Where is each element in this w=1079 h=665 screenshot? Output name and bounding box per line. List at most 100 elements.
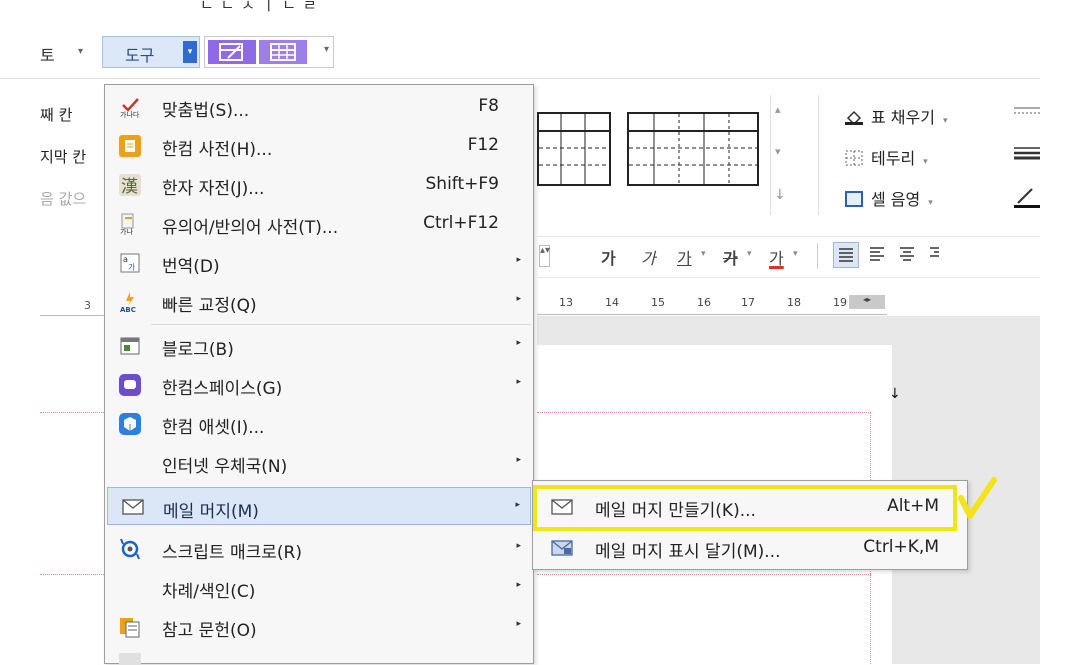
menu-item-toc-index[interactable]: 차례/색인(C) ▸ [105,568,533,607]
submenu-arrow-icon: ▸ [516,541,521,551]
review-tab-label[interactable]: 토 [40,42,55,66]
cell-shade-dropdown-icon[interactable]: ▾ [928,198,933,208]
underline-dropdown-icon[interactable]: ▾ [701,249,706,259]
menu-item-label: 메일 머지(M) [163,502,259,522]
menu-item-hanja-dictionary[interactable]: 漢 한자 자전(J)... Shift+F9 [105,165,533,204]
italic-button[interactable]: 가 [641,245,656,269]
menu-item-translate[interactable]: a가 번역(D) ▸ [105,243,533,282]
top-strip: ㄴ ㄴ ㅅ ㅣ ㄴ ㄹ [0,0,1040,34]
menu-item-label: 차례/색인(C) [162,582,256,602]
menu-bar: 토 ▾ 도구 ▾ ▾ [0,34,1040,79]
menu-item-hancom-asset[interactable]: 한컴 애셋(I)... [105,404,533,443]
border-label: 테두리 [871,149,916,168]
scroll-up-icon[interactable]: ▴ [775,103,781,116]
submenu-item-label: 메일 머지 표시 달기(M)... [595,542,781,562]
checkmark-annotation-icon [958,477,997,519]
menu-item-label: 한컴 애셋(I)... [162,418,265,438]
align-right-icon[interactable] [925,242,939,268]
svg-text:가나: 가나 [120,227,133,235]
format-divider [817,243,818,269]
cell-shade-button[interactable]: 셀 음영 ▾ [845,186,933,210]
thesaurus-icon: 가나 [119,213,141,236]
font-color-button[interactable]: 가 [769,245,784,269]
scroll-more-icon[interactable]: ↓ [774,187,786,203]
references-icon [119,616,141,638]
partial-top-text: ㄴ ㄴ ㅅ ㅣ ㄴ ㄹ [200,0,318,14]
tools-dropdown-icon[interactable]: ▾ [183,41,197,63]
svg-text:가나다: 가나다 [120,110,140,118]
menu-item-label: 맞춤법(S)... [162,101,250,121]
dictionary-icon [119,135,141,157]
align-left-icon[interactable] [865,242,891,268]
underline-button[interactable]: 가 [677,245,692,269]
font-color-dropdown-icon[interactable]: ▾ [793,249,798,259]
menu-item-thesaurus[interactable]: 가나 유의어/반의어 사전(T)... Ctrl+F12 [105,204,533,243]
paint-bucket-icon [845,109,863,126]
menu-item-hancom-space[interactable]: 한컴스페이스(G) ▸ [105,365,533,404]
left-ruler-num: 3 [84,299,91,312]
ruler-tick: 13 [559,296,573,309]
menu-item-label: 참고 문헌(O) [162,621,257,641]
tools-tab-label: 도구 [125,46,155,65]
table-layout-icon[interactable] [259,40,307,64]
submenu-arrow-icon: ▸ [516,255,521,265]
menu-item-references[interactable]: 참고 문헌(O) ▸ [105,607,533,646]
menu-item-hancom-dictionary[interactable]: 한컴 사전(H)... F12 [105,126,533,165]
gallery-scrollbar[interactable]: ▴ ▾ ↓ [770,95,789,215]
submenu-arrow-icon: ▸ [516,294,521,304]
translate-icon: a가 [119,252,141,274]
table-design-icon[interactable] [208,40,256,64]
envelope-icon [122,498,144,520]
border-dropdown-icon[interactable]: ▾ [923,157,928,167]
menu-item-script-macro[interactable]: 스크립트 매크로(R) ▸ [105,529,533,568]
left-ruler: 3 [40,297,104,316]
submenu-arrow-icon: ▸ [516,338,521,348]
ruler-tick: 16 [697,296,711,309]
table-style-thumb-2[interactable] [627,112,759,186]
menu-item-label: 유의어/반의어 사전(T)... [162,218,339,238]
left-margin-line-2 [40,574,104,575]
menu-item-shortcut: Ctrl+F12 [423,213,499,233]
table-fill-button[interactable]: 표 채우기 ▾ [845,104,948,128]
horizontal-ruler: 13 14 15 16 17 18 19 ◂▸ [537,294,887,315]
menu-item-shortcut: F8 [478,96,499,116]
submenu-arrow-icon: ▸ [516,580,521,590]
line-weight-icon[interactable] [1014,145,1040,165]
menu-item-blog[interactable]: 블로그(B) ▸ [105,326,533,365]
table-fill-dropdown-icon[interactable]: ▾ [943,116,948,126]
submenu-item-shortcut: Ctrl+K,M [863,537,939,557]
ruler-scroll-icon[interactable]: ◂▸ [849,295,885,309]
menu-item-label: 스크립트 매크로(R) [162,543,302,563]
review-tab-dropdown-icon[interactable]: ▾ [78,46,83,57]
strikethrough-dropdown-icon[interactable]: ▾ [747,249,752,259]
table-style-dropdown-icon[interactable]: ▾ [324,44,329,55]
menu-item-quick-correct[interactable]: ABC 빠른 교정(Q) ▸ [105,282,533,321]
ruler-tick: 19 [833,296,847,309]
ruler-tick: 15 [651,296,665,309]
table-fill-label: 표 채우기 [871,108,935,127]
align-center-icon[interactable] [895,242,921,268]
menu-item-mail-merge[interactable]: 메일 머지(M) ▸ [107,487,531,525]
menu-item-label: 한자 자전(J)... [162,179,265,199]
left-partial-panel: 째 칸 지막 칸 음 값으 [0,90,104,664]
tools-dropdown-menu: 가나다 맞춤법(S)... F8 한컴 사전(H)... F12 漢 한자 자전… [104,84,534,665]
submenu-item-mail-merge-mark[interactable]: 메일 머지 표시 달기(M)... Ctrl+K,M [535,528,965,568]
menu-item-spellcheck[interactable]: 가나다 맞춤법(S)... F8 [105,87,533,126]
spinner-icon[interactable]: ▴▾ [539,245,550,267]
strikethrough-button[interactable]: 가 [723,245,738,269]
left-text-1: 째 칸 [40,106,73,124]
table-style-thumb-1[interactable] [537,112,611,186]
macro-icon [119,538,141,560]
scroll-down-icon[interactable]: ▾ [775,145,781,158]
align-justify-icon[interactable] [833,242,859,268]
left-text-3: 음 값으 [40,190,87,208]
border-button[interactable]: 테두리 ▾ [845,145,928,169]
line-style-icon[interactable] [1014,104,1040,124]
menu-item-label: 빠른 교정(Q) [162,296,257,316]
menu-item-label: 한컴 사전(H)... [162,140,273,160]
menu-item-internet-post[interactable]: 인터넷 우체국(N) ▸ [105,443,533,482]
menu-item-label: 번역(D) [162,257,220,277]
tools-tab[interactable]: 도구 ▾ [102,36,200,68]
line-color-icon[interactable] [1014,186,1040,212]
bold-button[interactable]: 가 [601,245,616,269]
